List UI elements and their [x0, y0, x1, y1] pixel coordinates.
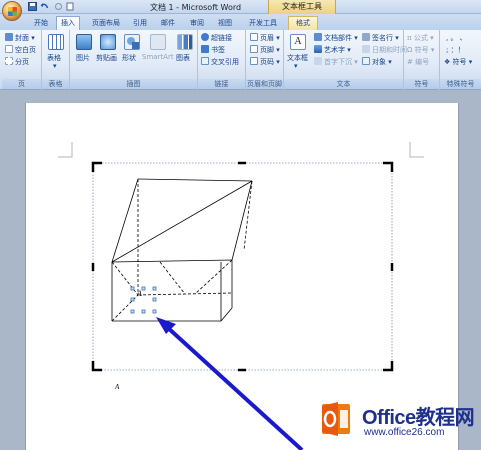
site-watermark: Office教程网 www.office26.com [314, 396, 478, 444]
pointer-arrow [156, 317, 304, 450]
page-text-a: A [115, 383, 120, 391]
office-watermark-logo-icon [322, 402, 350, 436]
office-logo-icon [8, 7, 17, 16]
figure-label-a: A [137, 289, 142, 298]
margin-crop-marks [58, 142, 424, 158]
office-button[interactable] [2, 1, 22, 21]
watermark-url: www.office26.com [364, 427, 445, 438]
watermark-title: Office教程网 [362, 407, 475, 429]
drawing-layer [58, 142, 424, 450]
